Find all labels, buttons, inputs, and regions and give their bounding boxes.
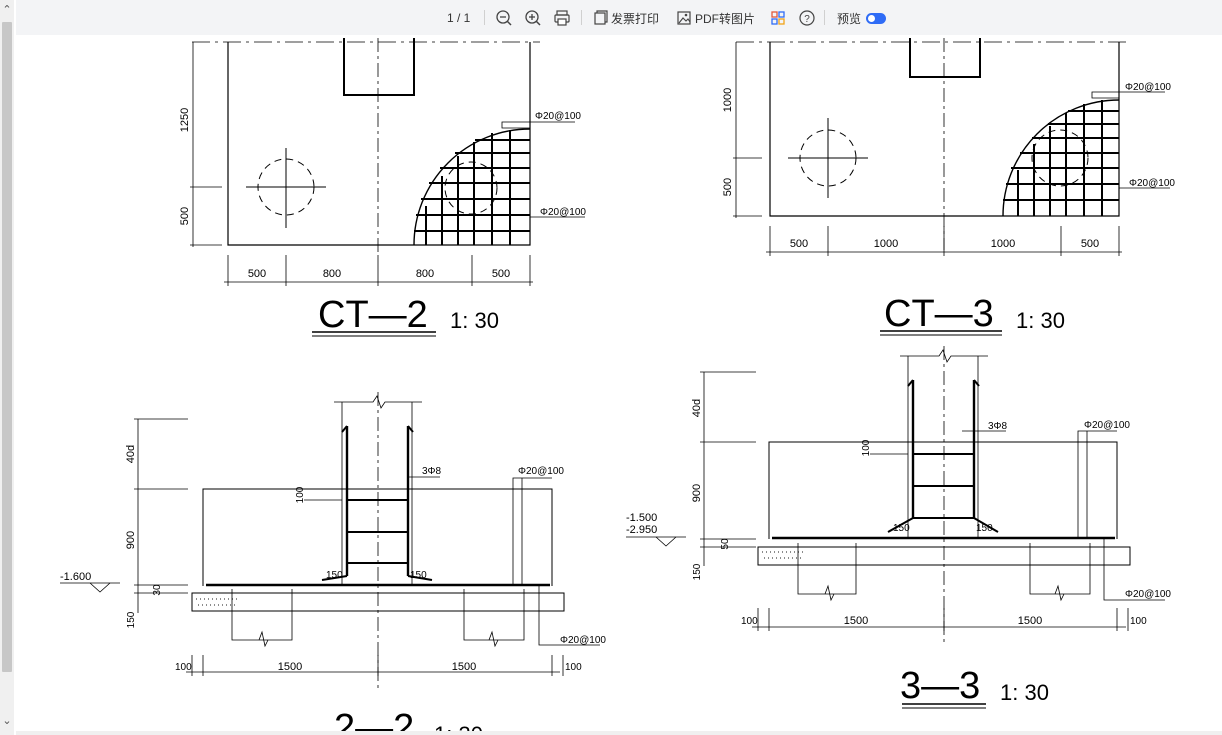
ct2-dim-h2: 800 [323, 268, 341, 280]
invoice-icon [594, 10, 608, 25]
preview-switch[interactable] [866, 12, 887, 24]
toolbar-separator [581, 10, 582, 25]
preview-toggle[interactable]: 预览 [837, 8, 887, 28]
sec22-dim-h3: 1500 [452, 661, 476, 673]
sec33-dim-150v: 150 [692, 563, 703, 580]
pdf-to-image-label: PDF转图片 [695, 11, 756, 26]
sec33-dim-900: 900 [691, 484, 703, 502]
scroll-down-icon[interactable]: ⌄ [0, 713, 14, 727]
ct3-dim-h1: 500 [790, 238, 808, 250]
print-button[interactable] [553, 8, 571, 28]
ct3-scale: 1: 30 [1016, 308, 1065, 333]
sec33-title: 3—3 [900, 665, 980, 707]
invoice-print-label: 发票打印 [611, 11, 660, 26]
sec33-rebar-top: Φ20@100 [1084, 420, 1130, 431]
sec22-dim-h4: 100 [565, 662, 582, 673]
sec33-hook-right: 150 [976, 523, 993, 534]
ct3-rebar-top: Φ20@100 [1125, 82, 1171, 93]
pdf-toolbar: 1 / 1 发票打印 PDF转图片 ? 预览 [16, 0, 1222, 35]
sec33-elevation-1: -1.500 [626, 512, 657, 524]
toolbar-separator [484, 10, 485, 25]
ct2-labels: 1250 500 500 800 800 500 Φ20@100 Φ20@100… [179, 108, 586, 336]
scrollbar-thumb[interactable] [2, 22, 12, 672]
zoom-in-button[interactable] [524, 8, 542, 28]
ct2-dim-h3: 800 [416, 268, 434, 280]
sec22-stirrup: 3Φ8 [422, 466, 442, 477]
vertical-scrollbar[interactable]: ⌃ ⌄ [0, 0, 14, 735]
sec33-dim-50: 50 [720, 538, 731, 550]
ct2-dim-h4: 500 [492, 268, 510, 280]
ct3-labels: 1000 500 500 1000 1000 500 Φ20@100 Φ20@1… [722, 82, 1175, 335]
help-button[interactable]: ? [798, 8, 816, 28]
invoice-print-button[interactable]: 发票打印 [592, 8, 659, 28]
ct3-title: CT—3 [884, 293, 994, 335]
sec22-hook-left: 150 [326, 570, 343, 581]
ct3-plan [733, 38, 1170, 336]
ct3-dim-h4: 500 [1081, 238, 1099, 250]
ct2-rebar-top: Φ20@100 [535, 111, 581, 122]
sec33-rebar-bottom: Φ20@100 [1125, 589, 1171, 600]
sec22-elevation: -1.600 [60, 571, 91, 583]
sec33-scale: 1: 30 [1000, 680, 1049, 705]
section-3-3-labels: 40d 900 50 150 100 3Φ8 Φ20@100 Φ20@100 1… [626, 399, 1171, 707]
ct3-rebar-bottom: Φ20@100 [1129, 178, 1175, 189]
sec33-dim-h2: 1500 [844, 615, 868, 627]
ct2-scale: 1: 30 [450, 308, 499, 333]
sec33-stirrup: 3Φ8 [988, 421, 1008, 432]
sec33-hook-left: 150 [893, 523, 910, 534]
sec33-dim-h3: 1500 [1018, 615, 1042, 627]
zoom-in-icon [525, 10, 541, 26]
apps-grid-icon [771, 11, 785, 25]
zoom-out-icon [496, 10, 512, 26]
sec33-dim-40d: 40d [691, 399, 703, 417]
apps-button[interactable] [770, 8, 786, 28]
sec22-rebar-bottom: Φ20@100 [560, 635, 606, 646]
sec22-dim-100: 100 [295, 486, 306, 503]
sec22-scale: 1: 30 [434, 722, 483, 731]
page-indicator: 1 / 1 [447, 11, 471, 25]
preview-label: 预览 [837, 11, 862, 26]
printer-icon [554, 10, 570, 26]
sec22-dim-40d: 40d [125, 445, 137, 463]
sec22-dim-h2: 1500 [278, 661, 302, 673]
sec33-dim-h1: 100 [741, 616, 758, 627]
zoom-out-button[interactable] [495, 8, 513, 28]
ct2-dim-h1: 500 [248, 268, 266, 280]
sec33-dim-100: 100 [861, 439, 872, 456]
sec33-elevation-2: -2.950 [626, 524, 657, 536]
ct2-dim-1250: 1250 [179, 108, 191, 132]
sec22-dim-h1: 100 [175, 662, 192, 673]
help-icon: ? [799, 10, 815, 26]
horizontal-scrollbar[interactable] [16, 731, 1222, 735]
sec22-dim-150v: 150 [126, 611, 137, 628]
ct3-dim-1000: 1000 [722, 88, 734, 112]
ct3-dim-h2: 1000 [874, 238, 898, 250]
cad-drawing-canvas: 1250 500 500 800 800 500 Φ20@100 Φ20@100… [60, 38, 1175, 731]
ct3-dim-h3: 1000 [991, 238, 1015, 250]
ct2-rebar-bottom: Φ20@100 [540, 207, 586, 218]
sec33-dim-h4: 100 [1130, 616, 1147, 627]
ct2-title: CT—2 [318, 294, 428, 336]
sec22-rebar-top: Φ20@100 [518, 466, 564, 477]
svg-text:?: ? [804, 14, 810, 25]
pdf-to-image-button[interactable]: PDF转图片 [676, 8, 755, 28]
ct3-dim-500v: 500 [722, 178, 734, 196]
section-2-2 [60, 392, 600, 690]
toolbar-separator [824, 10, 825, 25]
ct2-dim-500v: 500 [179, 207, 191, 225]
ct2-plan [190, 38, 585, 337]
sec22-title: 2—2 [334, 707, 414, 731]
sec22-dim-900: 900 [125, 531, 137, 549]
scroll-up-icon[interactable]: ⌃ [0, 2, 14, 16]
sec22-dim-30: 30 [152, 584, 163, 596]
image-convert-icon [677, 11, 691, 25]
sec22-hook-right: 150 [410, 570, 427, 581]
section-2-2-labels: 40d 900 30 150 100 3Φ8 Φ20@100 Φ20@100 1… [60, 445, 606, 731]
